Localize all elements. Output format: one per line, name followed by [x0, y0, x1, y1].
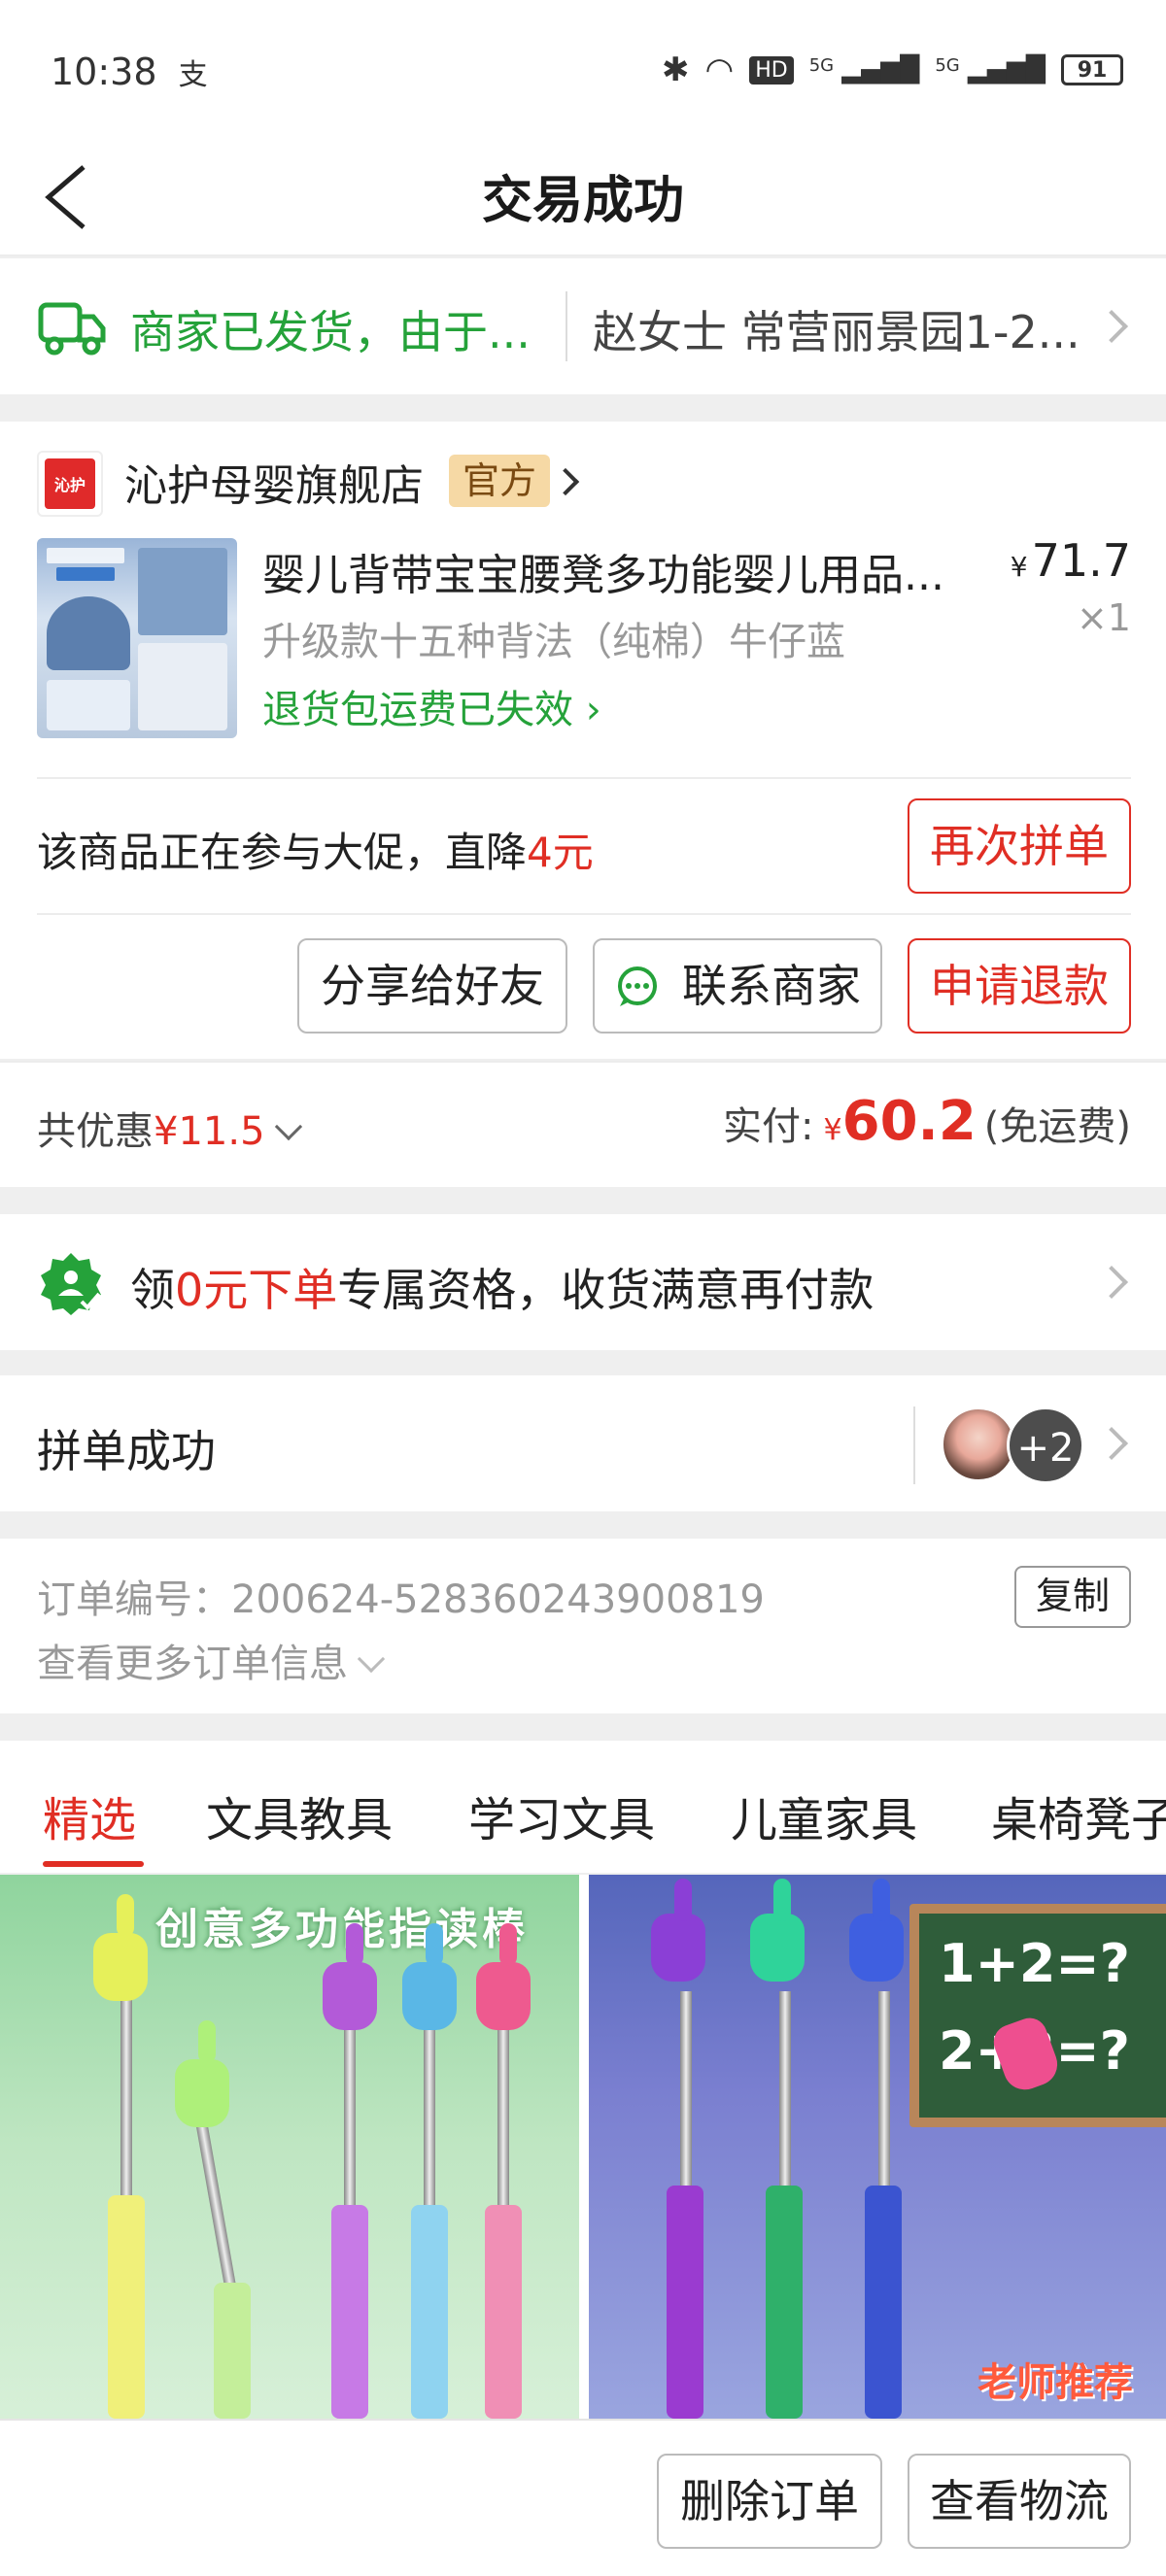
- view-logistics-button[interactable]: 查看物流: [908, 2454, 1131, 2549]
- battery-icon: 91: [1061, 54, 1123, 85]
- currency-symbol: ¥: [1010, 551, 1028, 583]
- chevron-right-icon: ›: [573, 688, 601, 732]
- logistics-row[interactable]: 商家已发货，由于... 赵女士 常营丽景园1-2...: [0, 258, 1166, 394]
- chevron-right-icon: [1095, 1266, 1128, 1299]
- bottom-action-bar: 删除订单 查看物流: [0, 2419, 1166, 2576]
- zero-pay-suffix: 专属资格，收货满意再付款: [337, 1264, 874, 1316]
- battery-level: 91: [1077, 57, 1108, 83]
- teacher-recommend-label: 老师推荐: [977, 2360, 1133, 2405]
- paid-amount: 实付: ¥60.2 (免运费): [723, 1090, 1131, 1153]
- promo-text: 该商品正在参与大促，直降4元: [37, 820, 594, 879]
- more-members-badge: +2: [1007, 1407, 1084, 1484]
- product-title[interactable]: 婴儿背带宝宝腰凳多功能婴儿用品...: [262, 540, 962, 602]
- shipping-note: (免运费): [983, 1104, 1131, 1149]
- verified-badge-icon: [41, 1253, 101, 1315]
- zero-pay-banner[interactable]: 领0元下单专属资格，收货满意再付款: [0, 1214, 1166, 1350]
- chalkboard: 1+2=? 2+3=?: [909, 1904, 1166, 2127]
- store-logo-text: 沁护: [45, 458, 95, 509]
- zero-pay-text: 领0元下单专属资格，收货满意再付款: [130, 1255, 874, 1319]
- truck-icon: [38, 302, 106, 356]
- zero-pay-highlight: 0元下单: [175, 1264, 338, 1316]
- divider: [37, 777, 1131, 779]
- contact-label: 联系商家: [682, 960, 861, 1012]
- status-bar: 10:38 支 ✱ ◠ HD 5G ▂▄▆█ 5G ▂▄▆█ 91: [0, 0, 1166, 136]
- chevron-right-icon: [1095, 1427, 1128, 1460]
- tab-featured[interactable]: 精选: [43, 1781, 136, 1849]
- order-number-label: 订单编号：: [37, 1577, 231, 1622]
- alipay-icon: 支: [178, 58, 208, 92]
- chevron-right-icon: [1095, 310, 1128, 343]
- avatar: [941, 1407, 1016, 1482]
- discount-toggle[interactable]: 共优惠¥11.5: [37, 1100, 302, 1156]
- product-card[interactable]: 创意多功能指读棒: [0, 1875, 579, 2419]
- product-price: ¥71.7: [1011, 534, 1131, 587]
- product-thumbnail[interactable]: [37, 538, 237, 738]
- zero-pay-prefix: 领: [130, 1264, 175, 1316]
- order-number-value: 200624-528360243900819: [231, 1577, 765, 1622]
- refund-button[interactable]: 申请退款: [908, 938, 1131, 1034]
- recommend-grid: 创意多功能指读棒 1+2=? 2+3=?: [0, 1875, 1166, 2419]
- shipping-address: 赵女士 常营丽景园1-2...: [593, 306, 1080, 358]
- regroup-button[interactable]: 再次拼单: [908, 798, 1131, 894]
- chevron-down-icon: [357, 1644, 386, 1674]
- discount-label: 共优惠: [37, 1109, 154, 1154]
- return-shipping-link[interactable]: 退货包运费已失效 ›: [262, 678, 601, 734]
- currency-symbol: ¥: [823, 1113, 842, 1147]
- page-title: 交易成功: [481, 172, 684, 230]
- paid-value: 60.2: [841, 1090, 977, 1153]
- chevron-right-icon[interactable]: [551, 467, 580, 496]
- tab-indicator: [43, 1861, 144, 1867]
- paid-label: 实付:: [723, 1104, 814, 1149]
- product-card[interactable]: 1+2=? 2+3=? 老师推荐: [589, 1875, 1166, 2419]
- signal-icon-2: 5G ▂▄▆█: [935, 55, 1046, 85]
- delete-order-button[interactable]: 删除订单: [657, 2454, 882, 2549]
- contact-seller-button[interactable]: 联系商家: [593, 938, 882, 1034]
- network-label-2: 5G: [935, 55, 960, 76]
- return-notice: 退货包运费已失效: [262, 688, 573, 732]
- copy-button[interactable]: 复制: [1014, 1566, 1131, 1628]
- nav-bar: 交易成功: [0, 136, 1166, 256]
- promo-amount: 4元: [527, 829, 594, 876]
- divider: [913, 1407, 915, 1484]
- clock: 10:38: [51, 51, 157, 93]
- board-line-1: 1+2=?: [939, 1933, 1130, 1994]
- more-info-label: 查看更多订单信息: [37, 1642, 348, 1686]
- tab-kids-furniture[interactable]: 儿童家具: [731, 1781, 917, 1849]
- bluetooth-icon: ✱: [662, 51, 690, 89]
- store-name[interactable]: 沁护母婴旗舰店: [124, 451, 424, 513]
- order-info: 订单编号：200624-528360243900819 复制 查看更多订单信息: [0, 1539, 1166, 1713]
- official-badge: 官方: [449, 455, 551, 507]
- category-tabs: 精选 文具教具 学习文具 儿童家具 桌椅凳子: [0, 1741, 1166, 1873]
- order-number: 订单编号：200624-528360243900819: [37, 1568, 765, 1624]
- discount-amount: ¥11.5: [154, 1109, 265, 1154]
- logistics-status: 商家已发货，由于...: [130, 306, 531, 358]
- signal-icon-1: 5G ▂▄▆█: [808, 55, 920, 85]
- product-spec: 升级款十五种背法（纯棉）牛仔蓝: [262, 620, 845, 664]
- product-caption: 创意多功能指读棒: [155, 1905, 529, 1954]
- chat-icon: [618, 966, 657, 1006]
- hd-icon: HD: [749, 55, 794, 85]
- group-status: 拼单成功: [37, 1425, 216, 1477]
- tab-stationery-teaching[interactable]: 文具教具: [206, 1781, 393, 1849]
- order-totals: 共优惠¥11.5 实付: ¥60.2 (免运费): [0, 1061, 1166, 1187]
- product-quantity: ×1: [1076, 596, 1131, 639]
- status-time: 10:38 支: [51, 51, 208, 93]
- share-button[interactable]: 分享给好友: [297, 938, 567, 1034]
- divider: [37, 913, 1131, 915]
- network-label-1: 5G: [808, 55, 835, 76]
- status-icons: ✱ ◠ HD 5G ▂▄▆█ 5G ▂▄▆█ 91: [662, 51, 1123, 89]
- more-order-info-toggle[interactable]: 查看更多订单信息: [37, 1632, 386, 1688]
- group-buy-row[interactable]: 拼单成功 +2: [0, 1375, 1166, 1511]
- order-card: 沁护 沁护母婴旗舰店 官方 婴儿背带宝宝腰凳多功能婴儿用品... 升级款十五种背…: [0, 422, 1166, 1059]
- promo-prefix: 该商品正在参与大促，直降: [37, 829, 528, 876]
- price-value: 71.7: [1031, 534, 1131, 587]
- tab-chairs-stools[interactable]: 桌椅凳子: [991, 1781, 1166, 1849]
- divider: [566, 291, 567, 361]
- chevron-down-icon: [274, 1112, 302, 1141]
- wifi-icon: ◠: [704, 51, 735, 89]
- tab-study-stationery[interactable]: 学习文具: [468, 1781, 655, 1849]
- store-logo: 沁护: [37, 451, 103, 517]
